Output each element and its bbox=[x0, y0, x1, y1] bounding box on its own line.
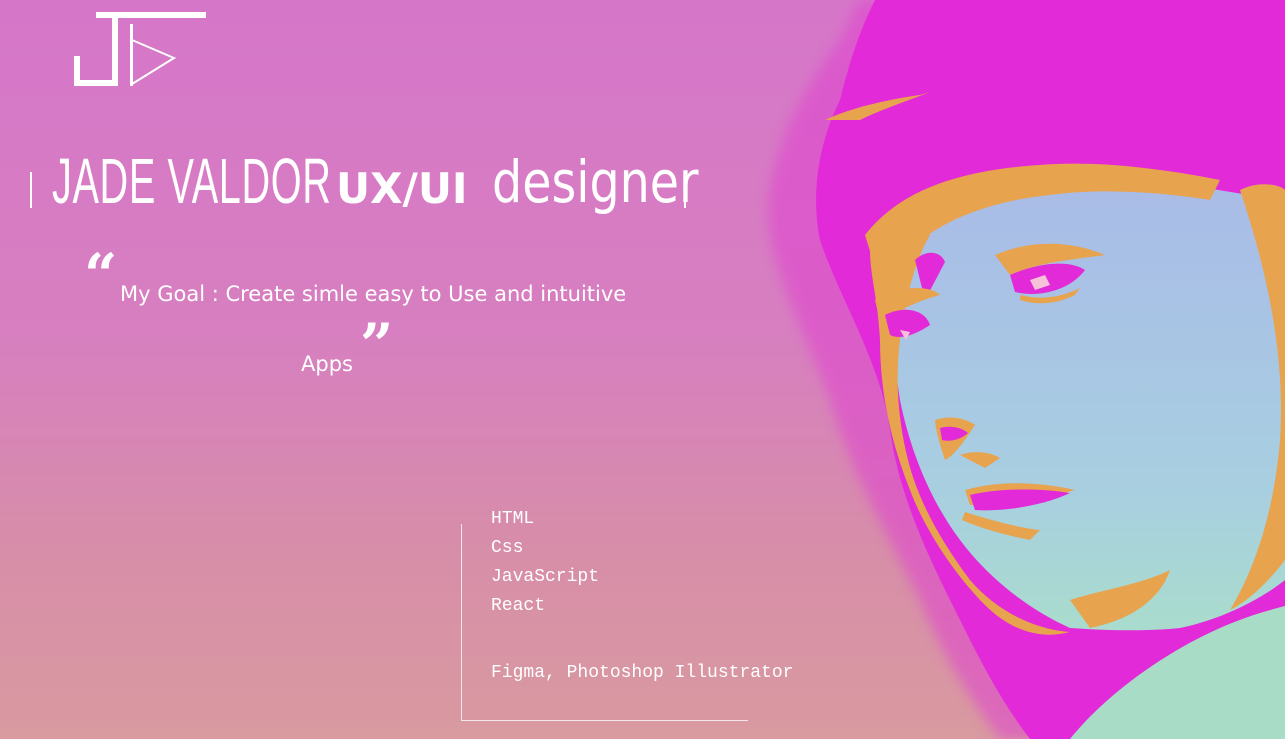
header-title: JADE VALDOR UX/UI designer bbox=[30, 145, 699, 217]
quote-open-icon: “ bbox=[84, 241, 117, 309]
portrait-icon bbox=[768, 0, 1285, 739]
skill-css: Css bbox=[491, 538, 524, 558]
logo-mark-icon bbox=[74, 12, 206, 86]
role-designer: designer bbox=[492, 148, 699, 216]
portrait-illustration bbox=[740, 0, 1285, 739]
quote-close-icon: ” bbox=[360, 311, 393, 379]
designer-name: JADE VALDOR bbox=[52, 145, 332, 217]
goal-quote-line2: Apps bbox=[301, 352, 353, 376]
logo[interactable] bbox=[72, 10, 212, 90]
goal-quote-line1: My Goal : Create simle easy to Use and i… bbox=[120, 282, 627, 306]
skill-javascript: JavaScript bbox=[491, 567, 600, 587]
title-divider-left bbox=[30, 172, 32, 208]
skill-react: React bbox=[491, 596, 546, 616]
title-divider-right bbox=[684, 172, 686, 208]
skill-html: HTML bbox=[491, 509, 535, 529]
role-uxui: UX/UI bbox=[336, 164, 468, 213]
